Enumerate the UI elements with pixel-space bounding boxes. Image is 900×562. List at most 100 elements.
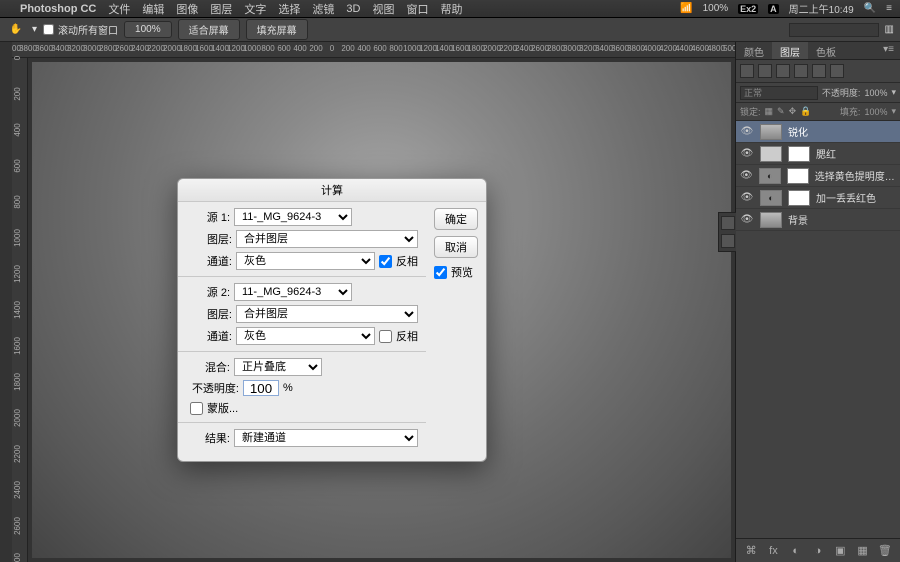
chevron-down-icon[interactable]: ▾ <box>891 106 896 117</box>
source2-channel-select[interactable]: 灰色 <box>236 327 375 345</box>
ok-button[interactable]: 确定 <box>434 208 478 230</box>
visibility-eye-icon[interactable]: 👁 <box>740 148 754 159</box>
lock-position-icon[interactable]: ✥ <box>789 106 797 117</box>
menu-select[interactable]: 选择 <box>278 1 300 17</box>
layer-row[interactable]: 👁 ◐ 加一丢丢红色 <box>736 187 900 209</box>
new-layer-icon[interactable]: ▦ <box>856 544 870 558</box>
hand-tool-icon[interactable]: ✋ <box>6 22 26 38</box>
lock-paint-icon[interactable]: ✎ <box>777 106 785 117</box>
source2-invert-input[interactable] <box>379 330 392 343</box>
ruler-horizontal[interactable]: 4000380036003400320030002800260024002200… <box>12 42 735 58</box>
collapsed-panel-tabs[interactable] <box>718 212 736 252</box>
layer-row[interactable]: 👁◐选择黄色提明度，加红色 <box>736 165 900 187</box>
layer-row[interactable]: 👁锐化 <box>736 121 900 143</box>
input-source[interactable]: Ex2 <box>738 4 758 14</box>
visibility-eye-icon[interactable]: 👁 <box>740 170 753 181</box>
layer-thumb[interactable] <box>760 124 782 140</box>
battery-status[interactable]: 100% <box>703 3 729 14</box>
scroll-all-windows-input[interactable] <box>43 24 54 35</box>
dropdown-icon[interactable]: ▾ <box>32 24 37 35</box>
source2-select[interactable]: 11-_MG_9624-3 <box>234 283 352 301</box>
layer-style-icon[interactable]: fx <box>766 544 780 558</box>
collapsed-tab-icon[interactable] <box>721 216 735 230</box>
cancel-button[interactable]: 取消 <box>434 236 478 258</box>
filter-kind-icon[interactable] <box>740 64 754 78</box>
blend-mode-select[interactable]: 正常 <box>740 86 818 100</box>
fit-screen-button[interactable]: 适合屏幕 <box>178 19 240 40</box>
zoom-100-button[interactable]: 100% <box>124 21 172 38</box>
visibility-eye-icon[interactable]: 👁 <box>740 192 754 203</box>
options-panel-toggle-icon[interactable]: ▥ <box>885 24 894 35</box>
options-right-field[interactable] <box>789 23 879 37</box>
layer-mask-icon[interactable]: ◐ <box>789 544 803 558</box>
filter-shape-icon[interactable] <box>812 64 826 78</box>
source1-invert-input[interactable] <box>379 255 392 268</box>
adjustment-thumb[interactable]: ◐ <box>760 190 782 206</box>
scroll-all-windows-checkbox[interactable]: 滚动所有窗口 <box>43 22 118 37</box>
search-icon[interactable]: 🔍 <box>864 3 876 14</box>
result-select[interactable]: 新建通道 <box>234 429 418 447</box>
menu-file[interactable]: 文件 <box>108 1 130 17</box>
source1-channel-select[interactable]: 灰色 <box>236 252 375 270</box>
menu-window[interactable]: 窗口 <box>406 1 428 17</box>
ruler-tick: 600 <box>13 159 22 172</box>
lock-all-icon[interactable]: 🔒 <box>800 106 811 117</box>
panel-menu-icon[interactable]: ▾≡ <box>877 42 900 59</box>
layer-thumb[interactable] <box>760 212 782 228</box>
fill-screen-button[interactable]: 填充屏幕 <box>246 19 308 40</box>
layer-thumb[interactable] <box>760 146 782 162</box>
adjustment-thumb[interactable]: ◐ <box>759 168 781 184</box>
tab-color[interactable]: 颜色 <box>736 42 772 59</box>
menu-layer[interactable]: 图层 <box>210 1 232 17</box>
preview-checkbox[interactable]: 预览 <box>434 264 478 280</box>
preview-input[interactable] <box>434 266 447 279</box>
filter-type-icon[interactable] <box>794 64 808 78</box>
ruler-tick: 0 <box>13 56 22 60</box>
menu-type[interactable]: 文字 <box>244 1 266 17</box>
fill-value[interactable]: 100% <box>864 107 887 117</box>
menu-filter[interactable]: 滤镜 <box>312 1 334 17</box>
layer-row[interactable]: 👁背景 <box>736 209 900 231</box>
lock-transparency-icon[interactable]: ▦ <box>765 106 774 117</box>
collapsed-tab-icon[interactable] <box>721 234 735 248</box>
blend-select[interactable]: 正片叠底 <box>234 358 322 376</box>
filter-pixel-icon[interactable] <box>758 64 772 78</box>
source1-layer-select[interactable]: 合并图层 <box>236 230 418 248</box>
source1-select[interactable]: 11-_MG_9624-3 <box>234 208 352 226</box>
group-icon[interactable]: ▣ <box>833 544 847 558</box>
visibility-eye-icon[interactable]: 👁 <box>740 126 754 137</box>
mask-input[interactable] <box>190 402 203 415</box>
delete-layer-icon[interactable]: 🗑 <box>878 544 892 558</box>
ruler-tick: 1600 <box>13 337 22 355</box>
ruler-tick: 1400 <box>13 301 22 319</box>
visibility-eye-icon[interactable]: 👁 <box>740 214 754 225</box>
layer-mask-thumb[interactable] <box>788 190 810 206</box>
menu-view[interactable]: 视图 <box>372 1 394 17</box>
layer-mask-thumb[interactable] <box>787 168 809 184</box>
link-layers-icon[interactable]: ⌘ <box>744 544 758 558</box>
tab-swatches[interactable]: 色板 <box>808 42 844 59</box>
mask-checkbox[interactable]: 蒙版... <box>190 400 238 416</box>
menu-3d[interactable]: 3D <box>346 3 360 15</box>
layer-row[interactable]: 👁腮红 <box>736 143 900 165</box>
tab-layers[interactable]: 图层 <box>772 42 808 59</box>
wifi-icon[interactable]: 📶 <box>680 3 692 14</box>
menu-help[interactable]: 帮助 <box>440 1 462 17</box>
ruler-vertical[interactable]: 0200400600800100012001400160018002000220… <box>12 58 28 562</box>
layer-mask-thumb[interactable] <box>788 146 810 162</box>
a-icon[interactable]: A <box>768 4 779 14</box>
source1-invert-checkbox[interactable]: 反相 <box>379 253 418 269</box>
menu-extras-icon[interactable]: ≡ <box>886 3 892 14</box>
left-toolbar <box>0 42 12 562</box>
layer-name: 加一丢丢红色 <box>816 190 876 205</box>
filter-adjust-icon[interactable] <box>776 64 790 78</box>
adjustment-layer-icon[interactable]: ◑ <box>811 544 825 558</box>
opacity-value[interactable]: 100% <box>864 88 887 98</box>
menu-edit[interactable]: 编辑 <box>142 1 164 17</box>
filter-smart-icon[interactable] <box>830 64 844 78</box>
opacity-input[interactable] <box>243 380 279 396</box>
source2-layer-select[interactable]: 合并图层 <box>236 305 418 323</box>
source2-invert-checkbox[interactable]: 反相 <box>379 328 418 344</box>
chevron-down-icon[interactable]: ▾ <box>891 87 896 98</box>
menu-image[interactable]: 图像 <box>176 1 198 17</box>
